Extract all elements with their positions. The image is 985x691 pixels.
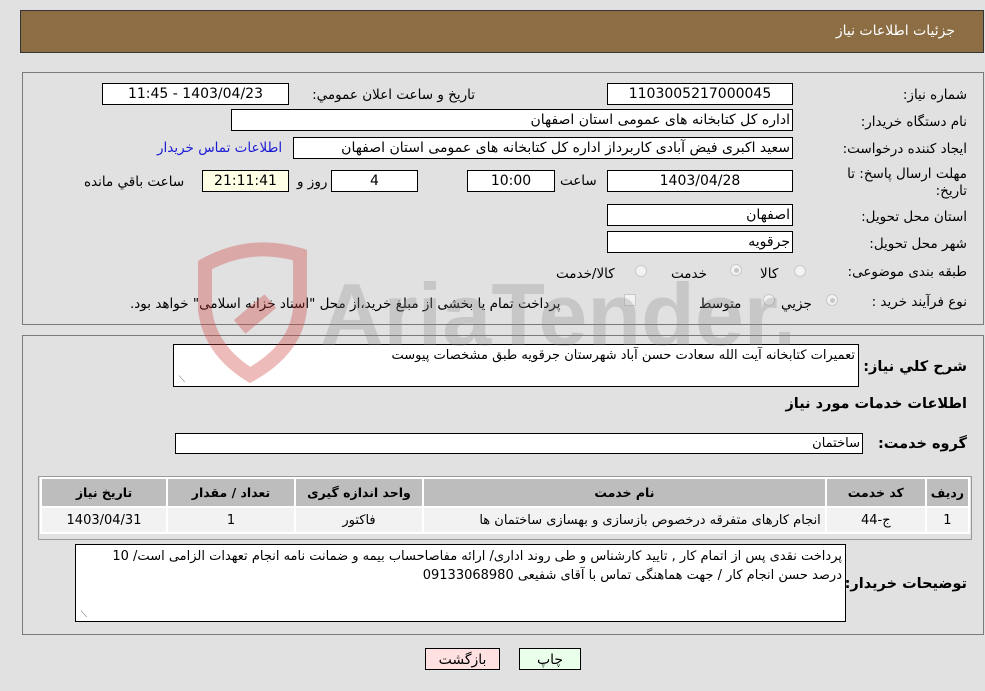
process-type-label: نوع فرآیند خرید : [871, 294, 967, 310]
deadline-time-field: 10:00 [467, 170, 555, 192]
table-row: 1 ج-44 انجام کارهای متفرقه درخصوص بازساز… [42, 508, 968, 532]
announce-date-label: تاريخ و ساعت اعلان عمومي: [312, 87, 475, 103]
city-field: جرقویه [607, 231, 793, 253]
resize-grip-icon[interactable]: ⟋ [177, 376, 185, 385]
page-header: جزئیات اطلاعات نیاز [20, 10, 984, 53]
services-heading: اطلاعات خدمات مورد نياز [785, 396, 967, 412]
cell-service-name: انجام کارهای متفرقه درخصوص بازسازی و بهس… [424, 508, 825, 532]
buyer-org-label: نام دستگاه خریدار: [860, 114, 967, 130]
buyer-notes-textarea[interactable]: پرداخت نقدی پس از اتمام کار , تایید کارش… [75, 544, 846, 622]
cell-unit: فاکتور [296, 508, 422, 532]
category-radio-goods[interactable] [794, 265, 806, 277]
services-table: رديف كد خدمت نام خدمت واحد اندازه گيری ت… [40, 477, 970, 534]
province-label: استان محل تحویل: [861, 209, 967, 225]
summary-label: شرح كلي نياز: [863, 359, 967, 375]
col-header-row-number: رديف [926, 479, 968, 506]
buyer-notes-label: توضيحات خريدار: [844, 576, 967, 592]
buyer-notes-text: پرداخت نقدی پس از اتمام کار , تایید کارش… [112, 549, 842, 583]
deadline-label-2: تاریخ: [935, 183, 967, 199]
process-option-medium: متوسط [699, 296, 742, 312]
process-radio-minor[interactable] [826, 294, 838, 306]
category-option-goods-service: کالا/خدمت [556, 266, 615, 282]
requester-label: ایجاد کننده درخواست: [842, 141, 967, 157]
days-remaining-field: 4 [331, 170, 418, 192]
announce-date-field: 1403/04/23 - 11:45 [102, 83, 289, 105]
process-radio-medium[interactable] [763, 294, 775, 306]
remaining-time-label: ساعت باقي مانده [84, 174, 185, 190]
buyer-contact-link[interactable]: اطلاعات تماس خریدار [157, 140, 282, 156]
treasury-checkbox-label: پرداخت تمام یا بخشی از مبلغ خرید،از محل … [130, 296, 561, 312]
service-group-field: ساختمان [175, 433, 863, 454]
cell-row-number: 1 [926, 508, 968, 532]
city-label: شهر محل تحویل: [869, 236, 967, 252]
col-header-service-name: نام خدمت [424, 479, 825, 506]
table-header-row: رديف كد خدمت نام خدمت واحد اندازه گيری ت… [42, 479, 968, 506]
deadline-label: مهلت ارسال پاسخ: تا [847, 166, 967, 182]
print-button[interactable]: چاپ [519, 648, 581, 670]
category-option-goods: کالا [760, 266, 779, 282]
need-number-label: شماره نیاز: [902, 87, 967, 103]
page-title: جزئیات اطلاعات نیاز [835, 23, 955, 39]
resize-grip-icon[interactable]: ⟋ [79, 611, 87, 620]
summary-textarea[interactable]: تعمیرات کتابخانه آیت الله سعادت حسن آباد… [173, 344, 859, 387]
treasury-checkbox[interactable] [624, 294, 636, 306]
cell-service-code: ج-44 [826, 508, 925, 532]
requester-field: سعید اکبری فیض آبادی کاربرداز اداره کل ک… [293, 137, 793, 159]
col-header-unit: واحد اندازه گيری [296, 479, 422, 506]
need-number-field: 1103005217000045 [607, 83, 793, 105]
deadline-time-label: ساعت [560, 173, 597, 189]
process-option-minor: جزيي [781, 296, 812, 312]
days-label: روز و [297, 174, 328, 190]
col-header-quantity: تعداد / مقدار [168, 479, 294, 506]
summary-text: تعمیرات کتابخانه آیت الله سعادت حسن آباد… [391, 348, 856, 363]
back-button[interactable]: بازگشت [425, 648, 500, 670]
deadline-date-field: 1403/04/28 [607, 170, 793, 192]
category-radio-goods-service[interactable] [635, 265, 647, 277]
service-group-label: گروه خدمت: [877, 436, 967, 452]
category-option-service: خدمت [671, 266, 707, 282]
col-header-service-code: كد خدمت [826, 479, 925, 506]
buyer-org-field: اداره کل کتابخانه های عمومی استان اصفهان [231, 109, 793, 131]
province-field: اصفهان [607, 204, 793, 226]
cell-need-date: 1403/04/31 [42, 508, 166, 532]
category-label: طبقه بندی موضوعی: [847, 264, 967, 280]
col-header-need-date: تاريخ نياز [42, 479, 166, 506]
category-radio-service[interactable] [730, 264, 742, 276]
remaining-time-field: 21:11:41 [202, 170, 289, 192]
cell-quantity: 1 [168, 508, 294, 532]
